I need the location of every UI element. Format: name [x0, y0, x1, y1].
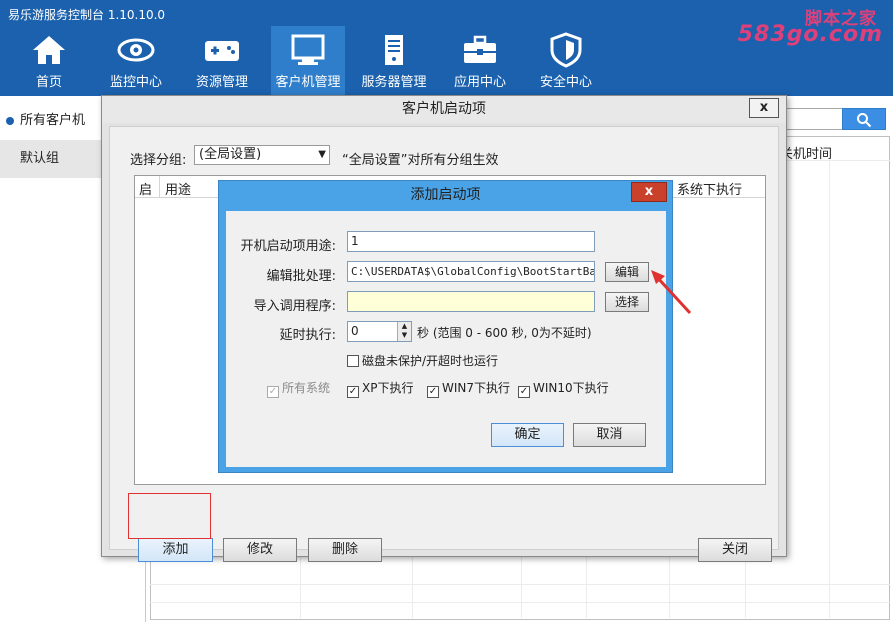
nav-server-manage-label: 服务器管理: [361, 75, 427, 90]
checkbox-label: XP下执行: [362, 381, 414, 395]
column-header-enabled: 启: [139, 183, 153, 198]
checkbox-label: 磁盘未保护/开超时也运行: [362, 354, 499, 368]
checkbox-label: 所有系统: [282, 381, 331, 395]
chevron-down-icon: ▼: [318, 149, 326, 160]
nav-app-center-label: 应用中心: [453, 75, 506, 90]
delete-button[interactable]: 删除: [308, 538, 382, 562]
select-program-button[interactable]: 选择: [605, 292, 649, 312]
add-button[interactable]: 添加: [138, 538, 213, 562]
nav-server-manage[interactable]: 服务器管理: [357, 26, 431, 96]
nav-security-center[interactable]: 安全中心: [529, 26, 603, 96]
nav-monitor[interactable]: 监控中心: [99, 26, 173, 96]
nav-resources[interactable]: 资源管理: [185, 26, 259, 96]
program-label: 导入调用程序:: [253, 299, 336, 314]
annotation-arrow-icon: [651, 270, 692, 315]
sidebar-item-label: 所有客户机: [20, 113, 86, 128]
checkbox-empty-icon: [347, 355, 359, 367]
nav-home-label: 首页: [35, 75, 62, 90]
program-path-input[interactable]: [347, 291, 595, 312]
eye-icon: [117, 38, 155, 62]
group-note: “全局设置”对所有分组生效: [342, 153, 499, 168]
add-boot-item-dialog: 添加启动项 x 开机启动项用途: 1 编辑批处理: C:\USERDATA$\G…: [218, 180, 673, 473]
column-header-purpose: 用途: [165, 183, 192, 198]
table-row-divider: [150, 584, 890, 585]
gamepad-icon: [205, 41, 239, 61]
add-button-highlight-box: [128, 493, 211, 539]
checkmark-icon: ✓: [518, 386, 530, 398]
dialog-title: 客户机启动项: [102, 96, 786, 123]
stepper-arrows-icon[interactable]: ▲ ▼: [397, 322, 411, 341]
column-divider: [159, 176, 160, 198]
xp-checkbox[interactable]: ✓ XP下执行: [347, 379, 413, 398]
batch-path-input[interactable]: C:\USERDATA$\GlobalConfig\BootStartBat\1…: [347, 261, 595, 282]
win10-checkbox[interactable]: ✓ WIN10下执行: [518, 379, 609, 398]
search-button[interactable]: [842, 108, 886, 130]
nav-client-manage[interactable]: 客户机管理: [271, 26, 345, 96]
shield-icon: [550, 32, 582, 68]
nav-monitor-label: 监控中心: [109, 75, 162, 90]
search-icon: [857, 113, 872, 128]
all-systems-checkbox: ✓ 所有系统: [267, 379, 330, 398]
checkbox-label: WIN10下执行: [533, 381, 609, 395]
checkmark-icon: ✓: [427, 386, 439, 398]
checkmark-icon: ✓: [267, 386, 279, 398]
group-select-value: (全局设置): [199, 147, 262, 162]
group-select[interactable]: (全局设置) ▼: [194, 145, 330, 165]
dialog-title: 添加启动项: [410, 187, 481, 203]
delay-stepper[interactable]: 0 ▲ ▼: [347, 321, 412, 342]
delay-label: 延时执行:: [279, 328, 336, 343]
app-header: 易乐游服务控制台 1.10.10.0 脚本之家 583go.com 首页 监控中…: [0, 0, 893, 96]
dialog-body: 开机启动项用途: 1 编辑批处理: C:\USERDATA$\GlobalCon…: [226, 211, 666, 467]
disk-unprotected-checkbox[interactable]: 磁盘未保护/开超时也运行: [347, 352, 498, 369]
nav-resources-label: 资源管理: [195, 75, 248, 90]
group-select-label: 选择分组:: [130, 153, 187, 168]
checkmark-icon: ✓: [347, 386, 359, 398]
delay-value: 0: [351, 324, 359, 338]
column-header-system-exec: 系统下执行: [677, 183, 743, 198]
cancel-button[interactable]: 取消: [573, 423, 646, 447]
toolbox-icon: [464, 35, 496, 63]
close-button[interactable]: x: [631, 182, 667, 202]
home-icon: [33, 36, 65, 64]
purpose-input[interactable]: 1: [347, 231, 595, 252]
nav-app-center[interactable]: 应用中心: [443, 26, 517, 96]
watermark-line2: 583go.com: [737, 22, 883, 47]
search-input[interactable]: [785, 108, 843, 130]
close-button[interactable]: x: [749, 98, 779, 118]
edit-button[interactable]: 修改: [223, 538, 297, 562]
nav-security-center-label: 安全中心: [539, 75, 592, 90]
watermark-logo: 脚本之家 583go.com: [738, 4, 887, 48]
server-icon: [385, 35, 403, 65]
win7-checkbox[interactable]: ✓ WIN7下执行: [427, 379, 510, 398]
batch-label: 编辑批处理:: [266, 269, 336, 284]
purpose-label: 开机启动项用途:: [240, 239, 336, 254]
checkbox-label: WIN7下执行: [442, 381, 511, 395]
ok-button[interactable]: 确定: [491, 423, 564, 447]
selected-dot-icon: [6, 116, 14, 125]
app-title: 易乐游服务控制台 1.10.10.0: [8, 8, 166, 22]
nav-home[interactable]: 首页: [12, 26, 86, 96]
monitor-icon: [291, 34, 325, 65]
close-dialog-button[interactable]: 关闭: [698, 538, 772, 562]
edit-batch-button[interactable]: 编辑: [605, 262, 649, 282]
nav-client-manage-label: 客户机管理: [275, 75, 341, 90]
sidebar-item-label: 默认组: [20, 151, 60, 166]
table-row-divider: [150, 602, 890, 603]
delay-unit-note: 秒 (范围 0 - 600 秒, 0为不延时): [417, 326, 592, 340]
table-col-divider: [829, 160, 830, 618]
